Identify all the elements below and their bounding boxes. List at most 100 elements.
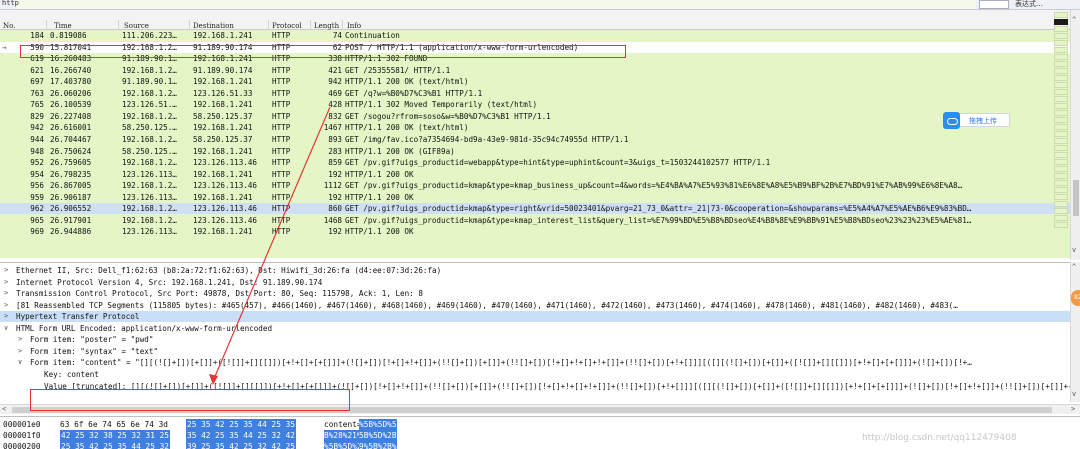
collapse-chevron-icon[interactable]: > (4, 300, 8, 311)
detail-text: Ethernet II, Src: Dell_f1:62:63 (b8:2a:7… (16, 266, 442, 275)
detail-tree-row[interactable]: > Transmission Control Protocol, Src Port… (0, 288, 1070, 299)
collapse-chevron-icon[interactable]: > (18, 334, 22, 345)
annotation-box-value (30, 389, 350, 411)
detail-text: Transmission Control Protocol, Src Port:… (16, 289, 423, 299)
packet-cell-no: 948 (30, 146, 44, 156)
col-header-source[interactable]: Source (124, 22, 149, 30)
col-header-info[interactable]: Info (347, 22, 361, 30)
detail-tree-row[interactable]: > Hypertext Transfer Protocol (0, 311, 1070, 323)
packet-cell-dst: 123.126.113.46 (193, 158, 258, 168)
packet-cell-no: 765 (30, 100, 44, 110)
packet-cell-time: 26.616001 (50, 123, 92, 133)
packet-cell-no: 962 (30, 204, 44, 214)
detail-tree-row[interactable]: ∨ HTML Form URL Encoded: application/x-ww… (0, 323, 1070, 334)
packet-cell-src: 192.168.1.2… (122, 181, 177, 191)
col-header-protocol[interactable]: Protocol (272, 22, 302, 30)
detail-tree-row[interactable]: ∨ Form item: "content" = "[][(![]+[])[+[]… (0, 357, 1070, 368)
packet-cell-time: 26.917901 (50, 215, 92, 225)
packet-cell-no: 942 (30, 123, 44, 133)
bytes-ascii1: %5B%5D%2 (324, 441, 362, 449)
packet-cell-info: GET /pv.gif?uigs_productid=kmap&type=rig… (345, 204, 972, 214)
col-header-destination[interactable]: Destination (193, 22, 234, 30)
detail-text: [81 Reassembled TCP Segments (115805 byt… (16, 300, 958, 310)
collapse-chevron-icon[interactable]: > (4, 311, 8, 322)
detail-tree-row[interactable]: > Form item: "poster" = "pwd" (0, 334, 1070, 345)
packet-list-header: No. Time Source Destination Protocol Len… (0, 10, 1070, 30)
packet-cell-src: 123.126.113… (122, 169, 177, 179)
packet-cell-proto: HTTP (272, 100, 291, 110)
packet-cell-src: 123.126.51.… (122, 100, 177, 110)
packet-cell-no: 965 (30, 215, 44, 225)
details-scrollbar[interactable]: ^ v (1070, 262, 1080, 402)
packet-row[interactable]: 956 26.867005 192.168.1.2… 123.126.113.46 HT… (0, 180, 1070, 191)
filter-input[interactable] (16, 0, 976, 9)
detail-tree-row[interactable]: > Internet Protocol Version 4, Src: 192.1… (0, 277, 1070, 288)
drag-upload-button[interactable]: 拖拽上传 (943, 112, 1010, 129)
packet-cell-info: HTTP/1.1 200 OK (345, 192, 414, 202)
scroll-left-icon[interactable]: < (2, 405, 6, 413)
scroll-up-icon[interactable]: ^ (1072, 16, 1076, 24)
scroll-up-icon[interactable]: ^ (1072, 263, 1076, 271)
packet-cell-dst: 123.126.113.46 (193, 215, 258, 225)
col-header-length[interactable]: Length (314, 22, 339, 30)
packet-cell-len: 192 (328, 169, 342, 179)
packet-row[interactable]: 948 26.750624 58.250.125.… 192.168.1.241 HTT… (0, 146, 1070, 157)
packet-cell-time: 26.100539 (50, 100, 92, 110)
expand-chevron-icon[interactable]: ∨ (18, 357, 22, 368)
packet-row[interactable]: 969 26.944886 123.126.113… 192.168.1.241 HTT… (0, 226, 1070, 237)
collapse-chevron-icon[interactable]: > (4, 277, 8, 288)
packet-row[interactable]: 962 26.906552 192.168.1.2… 123.126.113.46 HT… (0, 203, 1070, 215)
packet-row[interactable]: 829 26.227408 192.168.1.2… 58.250.125.37 HTT… (0, 111, 1070, 122)
packet-cell-len: 469 (328, 88, 342, 98)
detail-tree-row[interactable]: > Form item: "syntax" = "text" (0, 346, 1070, 357)
packet-cell-info: GET /pv.gif?uigs_productid=kmap&type=kma… (345, 181, 963, 191)
packet-cell-info: GET /q?w=%B0%D7%C3%B1 HTTP/1.1 (345, 88, 483, 98)
col-header-no[interactable]: No. (3, 22, 15, 30)
col-separator (46, 20, 47, 30)
packet-row[interactable]: 763 26.060206 192.168.1.2… 123.126.51.33 HTT… (0, 88, 1070, 99)
packet-details-pane: > Ethernet II, Src: Dell_f1:62:63 (b8:2a:… (0, 262, 1070, 402)
detail-tree-row[interactable]: > [81 Reassembled TCP Segments (115805 by… (0, 300, 1070, 311)
filter-dropdown[interactable] (979, 0, 1009, 9)
packet-row[interactable]: 765 26.100539 123.126.51.… 192.168.1.241 HTT… (0, 99, 1070, 110)
collapse-chevron-icon[interactable]: > (18, 346, 22, 357)
packet-row[interactable]: 184 0.819086 111.206.223… 192.168.1.241 HTTP… (0, 30, 1070, 41)
packet-cell-proto: HTTP (272, 31, 291, 40)
expression-button[interactable]: 表达式… (1015, 0, 1043, 9)
cloud-icon (943, 112, 960, 129)
scroll-down-icon[interactable]: v (1072, 246, 1076, 254)
packet-cell-len: 192 (328, 192, 342, 202)
packet-minimap[interactable] (1054, 12, 1068, 258)
col-header-time[interactable]: Time (54, 22, 72, 30)
scroll-right-icon[interactable]: > (1071, 405, 1075, 413)
detail-tree-row[interactable]: > Ethernet II, Src: Dell_f1:62:63 (b8:2a:… (0, 265, 1070, 276)
packet-cell-len: 860 (328, 204, 342, 214)
detail-text: Hypertext Transfer Protocol (16, 312, 140, 322)
packet-cell-time: 26.867005 (50, 181, 92, 191)
packet-row[interactable]: 952 26.759605 192.168.1.2… 123.126.113.46 HT… (0, 157, 1070, 168)
packet-row[interactable]: 965 26.917901 192.168.1.2… 123.126.113.46 HT… (0, 215, 1070, 226)
packet-cell-proto: HTTP (272, 123, 291, 133)
packet-list-scrollbar[interactable]: ^ v (1070, 10, 1080, 260)
packet-row[interactable]: 954 26.798235 123.126.113… 192.168.1.241 HTT… (0, 169, 1070, 180)
packet-cell-len: 428 (328, 100, 342, 110)
filter-value: http (2, 0, 19, 7)
packet-row[interactable]: 944 26.704467 192.168.1.2… 58.250.125.37 HTT… (0, 134, 1070, 145)
side-float-badge[interactable]: 82 (1071, 290, 1080, 306)
packet-row[interactable]: 621 16.266740 192.168.1.2… 91.189.90.174 HTT… (0, 65, 1070, 76)
packet-cell-no: 763 (30, 88, 44, 98)
scroll-thumb[interactable] (1073, 180, 1079, 216)
packet-row[interactable]: 942 26.616001 58.250.125.… 192.168.1.241 HTT… (0, 122, 1070, 133)
collapse-chevron-icon[interactable]: > (4, 288, 8, 299)
packet-cell-proto: HTTP (272, 111, 291, 121)
badge-count: 82 (1074, 294, 1080, 301)
collapse-chevron-icon[interactable]: > (4, 265, 8, 276)
expand-chevron-icon[interactable]: ∨ (4, 323, 8, 334)
packet-cell-dst: 192.168.1.241 (193, 227, 253, 237)
packet-row[interactable]: 959 26.906187 123.126.113… 192.168.1.241 HTT… (0, 192, 1070, 203)
scroll-down-icon[interactable]: v (1072, 390, 1076, 398)
packet-cell-src: 123.126.113… (122, 192, 177, 202)
detail-tree-row[interactable]: Key: content (0, 369, 1070, 380)
bytes-hex2: 39 25 35 42 25 32 42 25 (186, 441, 296, 449)
packet-row[interactable]: 697 17.403780 91.189.90.1… 192.168.1.241 HTT… (0, 76, 1070, 87)
